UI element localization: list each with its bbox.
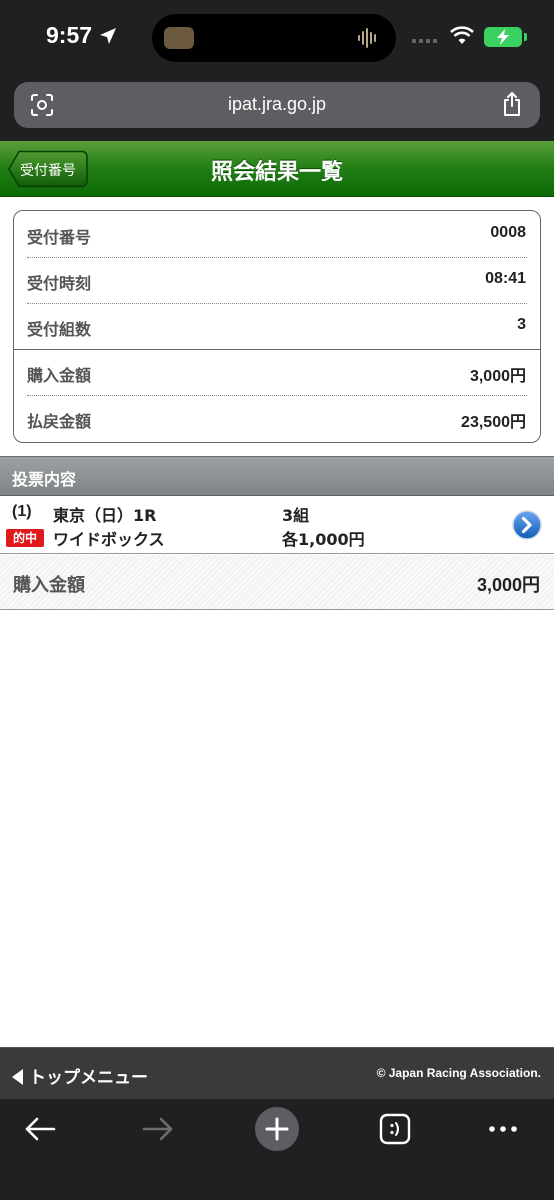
top-menu-label: トップメニュー [29, 1068, 148, 1088]
receipt-time-value: 08:41 [485, 270, 526, 287]
back-arrow-icon[interactable] [18, 1107, 62, 1151]
more-options-icon[interactable] [481, 1107, 525, 1151]
page-header: 受付番号 照会結果一覧 [0, 141, 554, 197]
bet-type: ワイドボックス [53, 530, 165, 549]
payout-amount-label: 払戻金額 [27, 412, 92, 431]
browser-chrome: 9:57 ipat.jra.go.jp [0, 0, 554, 141]
browser-toolbar [0, 1099, 554, 1200]
purchase-total-row: 購入金額 3,000円 [0, 555, 554, 610]
battery-tip [524, 33, 527, 41]
page-title: 照会結果一覧 [210, 160, 343, 185]
receipt-number-label: 受付番号 [27, 228, 92, 247]
audio-waveform-icon [358, 28, 376, 48]
wifi-icon [450, 26, 474, 44]
status-time: 9:57 [46, 22, 93, 48]
receipt-number-row: 受付番号 0008 [14, 211, 540, 257]
now-playing-thumbnail [164, 27, 194, 49]
payout-amount-row: 払戻金額 23,500円 [14, 395, 540, 441]
purchase-amount-label: 購入金額 [27, 366, 92, 385]
forward-arrow-icon[interactable] [136, 1107, 180, 1151]
hit-badge: 的中 [6, 529, 44, 547]
section-title: 投票内容 [12, 470, 77, 489]
bet-combos: 3組 [282, 506, 310, 525]
receipt-info-card: 受付番号 0008 受付時刻 08:41 受付組数 3 購入金額 3,000円 … [13, 210, 541, 443]
cellular-signal-icon [412, 39, 437, 43]
share-icon[interactable] [500, 91, 524, 117]
receipt-number-value: 0008 [490, 224, 526, 241]
bet-race: 東京（日）1R [53, 506, 157, 525]
bet-list-item[interactable]: (1) 東京（日）1R 的中 ワイドボックス 3組 各1,000円 [0, 496, 554, 554]
bet-details-section-header: 投票内容 [0, 456, 554, 496]
top-menu-link[interactable]: トップメニュー [12, 1063, 148, 1088]
back-triangle-icon [12, 1069, 23, 1085]
bet-amount-each: 各1,000円 [282, 530, 365, 549]
dynamic-island [152, 14, 396, 62]
purchase-amount-value: 3,000円 [469, 368, 526, 385]
url-text[interactable]: ipat.jra.go.jp [14, 94, 540, 115]
purchase-amount-row: 購入金額 3,000円 [14, 349, 540, 395]
purchase-total-label: 購入金額 [13, 575, 85, 596]
receipt-time-label: 受付時刻 [27, 274, 92, 293]
battery-icon [484, 27, 522, 47]
tabs-icon[interactable] [373, 1107, 417, 1151]
bet-number: (1) [12, 503, 32, 520]
purchase-total-value: 3,000円 [476, 575, 540, 595]
receipt-time-row: 受付時刻 08:41 [14, 257, 540, 303]
location-arrow-icon [100, 28, 116, 44]
receipt-count-value: 3 [517, 316, 526, 333]
copyright-text: © Japan Racing Association. [376, 1066, 541, 1080]
receipt-count-row: 受付組数 3 [14, 303, 540, 349]
new-tab-plus-icon[interactable] [255, 1107, 299, 1151]
site-footer: トップメニュー © Japan Racing Association. [0, 1047, 554, 1099]
address-bar[interactable]: ipat.jra.go.jp [14, 82, 540, 128]
payout-amount-value: 23,500円 [461, 414, 526, 431]
detail-chevron-icon[interactable] [512, 510, 542, 540]
receipt-count-label: 受付組数 [27, 320, 92, 339]
